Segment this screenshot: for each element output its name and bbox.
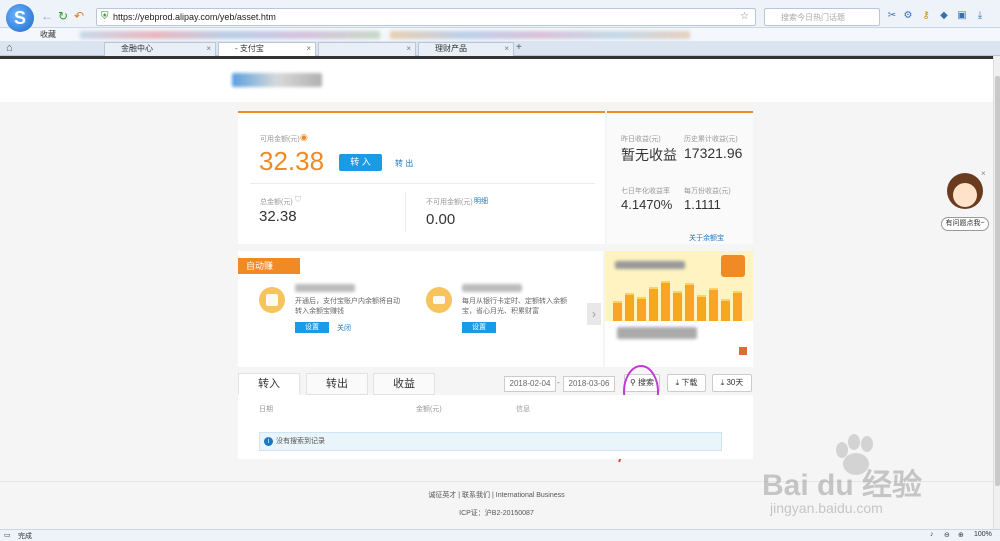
per-10k-label: 每万份收益(元) bbox=[684, 188, 731, 195]
divider bbox=[405, 192, 406, 232]
zoom-out-icon[interactable]: ⊖ bbox=[944, 531, 950, 539]
help-assistant[interactable]: × 有问题点我~ bbox=[941, 169, 989, 231]
column-amount: 金额(元) bbox=[416, 406, 442, 413]
scheduled-transfer-desc: 每月从银行卡定时、定额转入余额宝，省心月光、积累财富 bbox=[462, 298, 567, 315]
transfer-in-button[interactable]: 转 入 bbox=[339, 154, 382, 171]
item-title-blurred bbox=[295, 284, 355, 292]
back-icon[interactable]: ← bbox=[40, 9, 54, 23]
promo-text-blurred bbox=[617, 327, 697, 339]
cumulative-label: 历史累计收益(元) bbox=[684, 136, 738, 143]
account-name-blurred bbox=[232, 73, 322, 87]
tool-icon[interactable]: ⚙ bbox=[902, 10, 914, 22]
chevron-right-icon[interactable]: › bbox=[587, 303, 601, 325]
tab-alipay[interactable]: - 支付宝 × bbox=[218, 42, 316, 56]
close-icon[interactable]: × bbox=[206, 43, 211, 55]
close-icon[interactable]: × bbox=[981, 169, 986, 178]
browser-toolbar: S ← ↻ ↶ ⛨ https://yebprod.alipay.com/yeb… bbox=[0, 0, 1000, 32]
auto-transfer-desc: 开通后，支付宝账户内余额将自动转入余额宝赚钱 bbox=[295, 298, 400, 315]
close-icon[interactable]: × bbox=[406, 43, 411, 55]
help-button[interactable]: 有问题点我~ bbox=[941, 217, 989, 231]
piggy-bank-icon bbox=[259, 287, 285, 313]
page-icon[interactable]: ▣ bbox=[956, 10, 968, 22]
total-amount: 32.38 bbox=[259, 208, 297, 225]
status-text: 完成 bbox=[18, 533, 32, 540]
last-30-days-button[interactable]: ⤓ 30天 bbox=[712, 374, 752, 392]
key-icon[interactable]: ⚷ bbox=[920, 10, 932, 22]
empty-notice: i 没有搜索到记录 bbox=[259, 432, 722, 451]
zoom-level[interactable]: 100% bbox=[974, 531, 992, 538]
zoom-in-icon[interactable]: ⊕ bbox=[958, 531, 964, 539]
per-10k-value: 1.1111 bbox=[684, 197, 721, 212]
watermark-brand: Bai du 经验 bbox=[762, 469, 923, 502]
unavailable-amount: 0.00 bbox=[426, 211, 456, 228]
favorites-bar: 收藏 bbox=[0, 28, 1000, 41]
favorites-blurred bbox=[390, 31, 690, 39]
seven-day-label: 七日年化收益率 bbox=[621, 188, 670, 195]
eye-icon[interactable]: ◉ bbox=[300, 132, 308, 143]
extension-icon[interactable]: ◆ bbox=[938, 10, 950, 22]
about-yeb-link[interactable]: 关于余额宝 bbox=[689, 233, 724, 243]
gift-icon bbox=[721, 255, 745, 277]
scheduled-transfer-setup-button[interactable]: 设置 bbox=[462, 322, 496, 333]
cumulative-value: 17321.96 bbox=[684, 145, 743, 161]
shield-icon: ⛨ bbox=[101, 11, 109, 22]
item-title-blurred bbox=[462, 284, 522, 292]
address-bar[interactable]: ⛨ https://yebprod.alipay.com/yeb/asset.h… bbox=[96, 8, 756, 26]
info-icon: i bbox=[264, 437, 273, 446]
close-icon[interactable]: × bbox=[504, 43, 509, 55]
available-amount: 32.38 bbox=[259, 146, 325, 176]
status-bar: ▭ 完成 ♪ ⊖ ⊕ 100% bbox=[0, 529, 1000, 541]
yesterday-value: 暂无收益 bbox=[621, 147, 677, 163]
tab-wealth[interactable]: 理财产品 × bbox=[418, 42, 514, 56]
baidu-watermark: Bai du 经验 jingyan.baidu.com bbox=[762, 432, 992, 520]
records-table: 日期 金额(元) 信息 i 没有搜索到记录 bbox=[238, 395, 753, 459]
tab-transfer-out[interactable]: 转出 bbox=[306, 373, 368, 395]
url-text: https://yebprod.alipay.com/yeb/asset.htm bbox=[113, 12, 276, 22]
auto-transfer-close-link[interactable]: 关闭 bbox=[337, 323, 351, 333]
tab-blurred[interactable]: × bbox=[318, 42, 416, 56]
scissors-icon[interactable]: ✂ bbox=[886, 10, 898, 22]
ad-mark-icon bbox=[739, 347, 747, 355]
column-date: 日期 bbox=[259, 406, 273, 413]
assistant-avatar-icon bbox=[947, 173, 983, 209]
download-icon: ⤓ bbox=[720, 378, 725, 387]
date-separator: - bbox=[557, 378, 560, 387]
seven-day-value: 4.1470% bbox=[621, 197, 673, 212]
close-icon[interactable]: × bbox=[306, 43, 311, 55]
new-tab-icon[interactable]: + bbox=[516, 42, 522, 53]
shield-icon: ⛉ bbox=[295, 195, 301, 204]
watermark-url: jingyan.baidu.com bbox=[770, 500, 883, 516]
column-info: 信息 bbox=[516, 406, 530, 413]
undo-icon[interactable]: ↶ bbox=[72, 9, 86, 23]
tab-earnings[interactable]: 收益 bbox=[373, 373, 435, 395]
yesterday-label: 昨日收益(元) bbox=[621, 136, 661, 143]
star-icon[interactable]: ☆ bbox=[740, 11, 749, 22]
refresh-icon[interactable]: ↻ bbox=[56, 9, 70, 23]
browser-logo-icon[interactable]: S bbox=[6, 4, 34, 32]
unavailable-label: 不可用金额(元) bbox=[426, 199, 473, 206]
browser-search-input[interactable]: 搜索今日热门话题 bbox=[764, 8, 880, 26]
favorites-button[interactable]: 收藏 bbox=[40, 29, 56, 40]
date-from-input[interactable]: 2018-02-04 bbox=[504, 376, 556, 392]
transfer-out-link[interactable]: 转 出 bbox=[395, 158, 413, 169]
home-icon[interactable]: ⌂ bbox=[6, 42, 13, 54]
download-icon[interactable]: ⤓ bbox=[974, 10, 986, 22]
total-label: 总金额(元) bbox=[260, 199, 293, 206]
tab-transfer-in[interactable]: 转入 bbox=[238, 373, 300, 395]
tab-bar: ⌂ 金融中心 × - 支付宝 × × 理财产品 × + bbox=[0, 41, 1000, 56]
card-icon bbox=[426, 287, 452, 313]
auto-earn-badge: 自动赚 bbox=[238, 258, 300, 274]
auto-transfer-setup-button[interactable]: 设置 bbox=[295, 322, 329, 333]
available-label: 可用金额(元) bbox=[260, 136, 300, 143]
detail-link[interactable]: 明细 bbox=[474, 196, 488, 206]
promo-image bbox=[605, 251, 753, 321]
page-header bbox=[0, 59, 993, 102]
status-indicator-icon: ▭ bbox=[4, 532, 11, 539]
favorites-blurred bbox=[80, 31, 380, 39]
tab-finance[interactable]: 金融中心 × bbox=[104, 42, 216, 56]
page-scrollbar[interactable] bbox=[993, 56, 1000, 529]
earnings-panel bbox=[607, 111, 753, 244]
divider bbox=[250, 183, 595, 184]
volume-icon[interactable]: ♪ bbox=[930, 531, 934, 538]
